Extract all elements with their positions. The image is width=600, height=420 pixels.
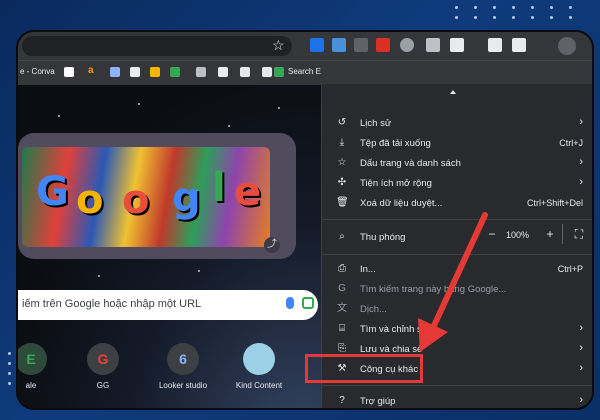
pointer-arrow	[418, 212, 488, 352]
